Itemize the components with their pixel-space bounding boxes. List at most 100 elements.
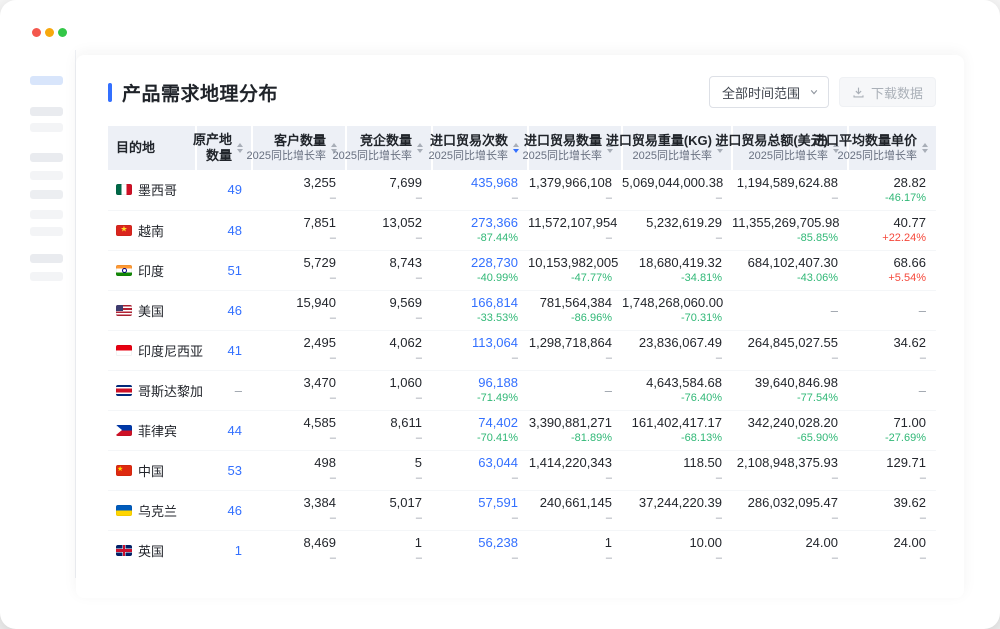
change-value: – xyxy=(622,551,722,566)
cell-value: 3,384 xyxy=(252,494,336,511)
table-cell: 781,564,384-86.96% xyxy=(528,290,622,330)
cell-value: 1 xyxy=(528,534,612,551)
table-cell: 28.82-46.17% xyxy=(848,170,936,210)
flag-icon-cr xyxy=(116,385,132,396)
time-range-select[interactable]: 全部时间范围 xyxy=(709,76,829,108)
minimize-window-button[interactable] xyxy=(45,28,54,37)
cell-value: – xyxy=(848,382,926,399)
page-title: 产品需求地理分布 xyxy=(122,79,278,106)
sort-caret-icon[interactable] xyxy=(922,143,928,153)
column-subtitle: 2025同比增长率 xyxy=(523,149,602,163)
sidebar-skeleton-item[interactable] xyxy=(30,153,63,162)
change-value: -47.77% xyxy=(528,271,612,286)
value-link[interactable]: 57,591 xyxy=(432,494,518,511)
change-value: -71.49% xyxy=(432,391,518,406)
cell-value: 4,062 xyxy=(346,334,422,351)
table-cell: 3,390,881,271-81.89% xyxy=(528,410,622,450)
value-link[interactable]: 113,064 xyxy=(432,334,518,351)
close-window-button[interactable] xyxy=(32,28,41,37)
change-value: – xyxy=(252,231,336,246)
sidebar-item-active[interactable] xyxy=(30,76,63,85)
sidebar-skeleton-item[interactable] xyxy=(30,190,63,199)
table-cell: 8,743– xyxy=(346,250,432,290)
maximize-window-button[interactable] xyxy=(58,28,67,37)
cell-value: 9,569 xyxy=(346,294,422,311)
value-link[interactable]: 166,814 xyxy=(432,294,518,311)
sort-caret-icon[interactable] xyxy=(237,143,243,153)
change-value: – xyxy=(528,471,612,486)
table-cell: 18,680,419.32-34.81% xyxy=(622,250,732,290)
value-link[interactable]: 74,402 xyxy=(432,414,518,431)
value-link[interactable]: 56,238 xyxy=(432,534,518,551)
flag-icon-ph xyxy=(116,425,132,436)
sidebar-skeleton-item[interactable] xyxy=(30,123,63,132)
change-value: – xyxy=(346,471,422,486)
sidebar-skeleton-item[interactable] xyxy=(30,171,63,180)
change-value: – xyxy=(432,511,518,526)
sort-caret-icon[interactable] xyxy=(417,143,423,153)
column-header-1[interactable]: 原产地数量 xyxy=(196,126,252,170)
column-subtitle: 2025同比增长率 xyxy=(813,149,917,163)
table-cell: 53 xyxy=(196,450,252,490)
change-value: -87.44% xyxy=(432,231,518,246)
change-value: -81.89% xyxy=(528,431,612,446)
column-subtitle: 2025同比增长率 xyxy=(247,149,326,163)
value-link[interactable]: 1 xyxy=(196,542,242,559)
value-link[interactable]: 273,366 xyxy=(432,214,518,231)
table-cell: 684,102,407.30-43.06% xyxy=(732,250,848,290)
sort-caret-icon[interactable] xyxy=(513,143,519,153)
flag-icon-cn xyxy=(116,465,132,476)
change-value: – xyxy=(252,511,336,526)
sidebar-skeleton-item[interactable] xyxy=(30,254,63,263)
column-header-8[interactable]: 进口平均数量单价2025同比增长率 xyxy=(848,126,936,170)
change-value: – xyxy=(432,551,518,566)
change-value: – xyxy=(732,351,838,366)
column-title: 进口贸易次数 xyxy=(429,133,508,149)
change-value: -70.31% xyxy=(622,311,722,326)
destination-cell: 英国 xyxy=(108,530,196,570)
cell-value: 8,743 xyxy=(346,254,422,271)
change-value: +5.54% xyxy=(848,271,926,286)
table-cell: 5,017– xyxy=(346,490,432,530)
cell-value: – xyxy=(732,302,838,319)
value-link[interactable]: 96,188 xyxy=(432,374,518,391)
download-data-button[interactable]: 下载数据 xyxy=(839,77,936,107)
value-link[interactable]: 49 xyxy=(196,181,242,198)
sidebar-skeleton-item[interactable] xyxy=(30,227,63,236)
change-value: -34.81% xyxy=(622,271,722,286)
sidebar-skeleton-item[interactable] xyxy=(30,210,63,219)
value-link[interactable]: 435,968 xyxy=(432,174,518,191)
change-value: – xyxy=(252,391,336,406)
cell-value: 1,379,966,108 xyxy=(528,174,612,191)
destination-label: 美国 xyxy=(138,301,164,320)
cell-value: 342,240,028.20 xyxy=(732,414,838,431)
cell-value: 15,940 xyxy=(252,294,336,311)
destination-cell: 哥斯达黎加 xyxy=(108,370,196,410)
value-link[interactable]: 46 xyxy=(196,502,242,519)
table-cell: 8,611– xyxy=(346,410,432,450)
value-link[interactable]: 63,044 xyxy=(432,454,518,471)
value-link[interactable]: 46 xyxy=(196,302,242,319)
sidebar-skeleton-item[interactable] xyxy=(30,107,63,116)
table-cell: 166,814-33.53% xyxy=(432,290,528,330)
column-header-3[interactable]: 竞企数量2025同比增长率 xyxy=(346,126,432,170)
value-link[interactable]: 228,730 xyxy=(432,254,518,271)
table-cell: 11,572,107,954– xyxy=(528,210,622,250)
table-row: 菲律宾444,585–8,611–74,402-70.41%3,390,881,… xyxy=(108,410,936,450)
change-value: – xyxy=(732,471,838,486)
cell-value: 286,032,095.47 xyxy=(732,494,838,511)
column-header-4[interactable]: 进口贸易次数2025同比增长率 xyxy=(432,126,528,170)
value-link[interactable]: 48 xyxy=(196,222,242,239)
value-link[interactable]: 53 xyxy=(196,462,242,479)
change-value: -46.17% xyxy=(848,191,926,206)
change-value: -43.06% xyxy=(732,271,838,286)
change-value: – xyxy=(622,351,722,366)
sidebar-skeleton-item[interactable] xyxy=(30,272,63,281)
change-value: – xyxy=(346,551,422,566)
table-cell: 129.71– xyxy=(848,450,936,490)
destination-cell: 墨西哥 xyxy=(108,170,196,210)
value-link[interactable]: 51 xyxy=(196,262,242,279)
value-link[interactable]: 44 xyxy=(196,422,242,439)
table-cell: 39.62– xyxy=(848,490,936,530)
change-value: – xyxy=(346,431,422,446)
